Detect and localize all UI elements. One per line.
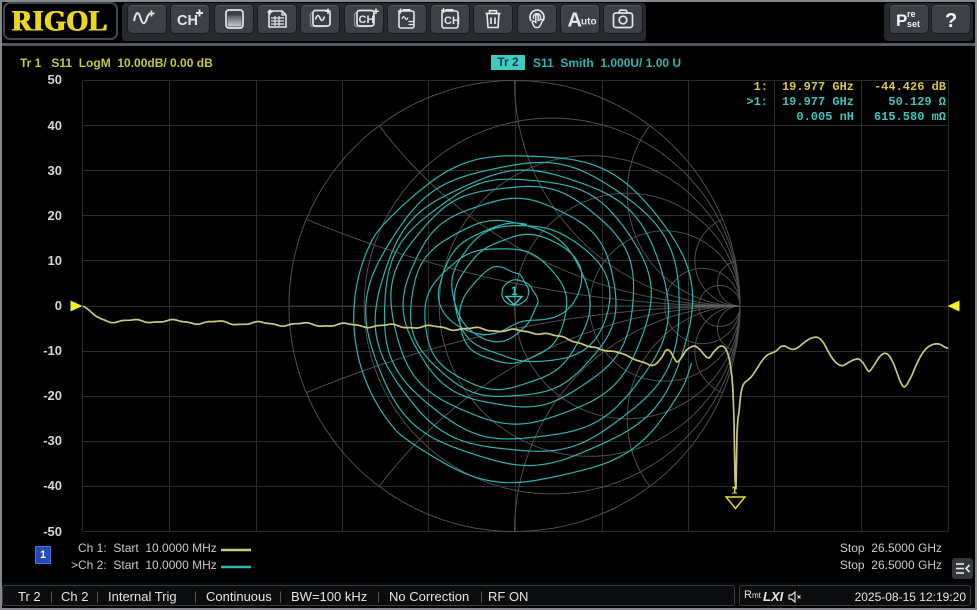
svg-text:1: 1 — [511, 284, 518, 298]
svg-text:1: 1 — [732, 485, 738, 497]
